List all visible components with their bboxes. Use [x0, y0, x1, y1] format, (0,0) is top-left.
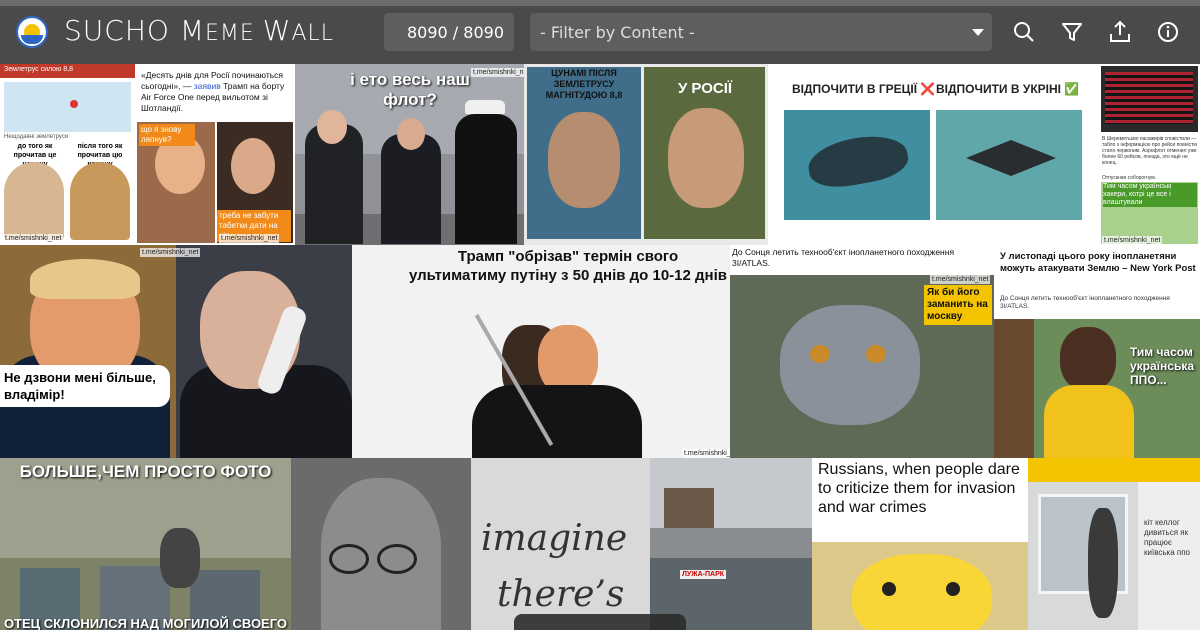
- meme-caption: ВІДПОЧИТИ В ГРЕЦІЇ ❌: [792, 82, 936, 96]
- watermark: t.me/smishnki_net: [3, 234, 64, 243]
- meme-tile-aliens-ppo[interactable]: У листопаді цього року інопланетяни можу…: [994, 245, 1200, 458]
- meme-link[interactable]: заявив: [194, 81, 221, 91]
- meme-tile-trump-melania[interactable]: «Десять днів для Росії починаються сього…: [135, 64, 295, 245]
- title-part: EME: [204, 21, 263, 46]
- title-part: SUCHO: [64, 14, 180, 47]
- meme-tile-trash-bins[interactable]: БОЛЬШЕ,ЧЕМ ПРОСТО ФОТО ОТЕЦ СКЛОНИЛСЯ НА…: [0, 458, 291, 630]
- meme-bubble: що я знову ляпнув?: [139, 124, 195, 146]
- bottom-toolbar[interactable]: [514, 614, 686, 630]
- meme-caption: До Сонця летить технооб'єкт інопланетног…: [732, 247, 955, 268]
- info-icon[interactable]: [1154, 18, 1182, 46]
- meme-bubble: Як би його заманить на москву: [924, 285, 992, 325]
- meme-caption: ОТЕЦ СКЛОНИЛСЯ НАД МОГИЛОЙ СВОЕГО: [3, 616, 288, 630]
- meme-tile-navy[interactable]: і ето весь наш флот? t.me/smishnki_net: [295, 64, 524, 245]
- meme-tile-puddle-park[interactable]: ЛУЖА-ПАРК: [650, 458, 812, 630]
- meme-caption: У листопаді цього року інопланетяни можу…: [1000, 251, 1196, 274]
- meme-caption: Нещодавні землетруси: [4, 134, 69, 140]
- title-part: W: [262, 14, 292, 47]
- meme-tile-earthquake-chihuahua[interactable]: Землетрус силою 8,8 Нещодавні землетруси…: [0, 64, 135, 245]
- meme-tile-cat-kellog[interactable]: кіт келлог дивиться як працює київська п…: [1028, 458, 1200, 630]
- top-bar: SUCHO MEME WALL 8090 / 8090 - Filter by …: [0, 0, 1200, 64]
- meme-caption: there’s: [497, 574, 625, 615]
- meme-caption: БОЛЬШЕ,ЧЕМ ПРОСТО ФОТО: [19, 462, 272, 481]
- meme-tile-stingray-drone[interactable]: ВІДПОЧИТИ В ГРЕЦІЇ ❌ ВІДПОЧИТИ В УКРІНІ …: [768, 64, 1099, 245]
- meme-caption: кіт келлог дивиться як працює київська п…: [1144, 518, 1190, 557]
- meme-sign: ЛУЖА-ПАРК: [680, 570, 727, 579]
- meme-caption: Russians, when people dare to criticize …: [818, 461, 1020, 516]
- meme-tile-sword-ultimatum[interactable]: Трамп "обрізав" термін свого ультиматиму…: [352, 245, 730, 458]
- meme-tile-pikachu[interactable]: Russians, when people dare to criticize …: [812, 458, 1028, 630]
- filter-placeholder: - Filter by Content -: [540, 23, 695, 42]
- meme-caption: ЦУНАМІ ПІСЛЯ ЗЕМЛЕТРУСУ МАГНІТУДОЮ 8,8: [545, 68, 623, 100]
- upload-icon[interactable]: [1106, 18, 1134, 46]
- meme-counter[interactable]: 8090 / 8090: [384, 13, 514, 51]
- meme-caption: imagine: [481, 518, 628, 559]
- meme-tile-cat-comet[interactable]: До Сонця летить технооб'єкт інопланетног…: [730, 245, 994, 458]
- watermark: t.me/smishnki_net: [471, 68, 524, 77]
- meme-tile-phone-call[interactable]: Не дзвони мені більше, владімір! t.me/sm…: [0, 245, 352, 458]
- meme-caption: До Сонця летить технооб'єкт інопланетног…: [1000, 295, 1170, 310]
- filter-icon[interactable]: [1058, 18, 1086, 46]
- watermark: t.me/smishnki_net: [140, 248, 201, 257]
- watermark: t.me/smishnki_net: [219, 234, 280, 243]
- meme-tile-tsunami-faces[interactable]: ЦУНАМІ ПІСЛЯ ЗЕМЛЕТРУСУ МАГНІТУДОЮ 8,8 У…: [524, 64, 768, 245]
- content-filter-select[interactable]: - Filter by Content -: [530, 13, 992, 51]
- meme-tile-imagine[interactable]: imagine there’s: [291, 458, 650, 630]
- title-part: ALL: [291, 21, 335, 46]
- meme-caption: і ето весь наш флот?: [350, 70, 470, 109]
- watermark: t.me/smishnki_net: [682, 449, 730, 458]
- meme-caption: Трамп "обрізав" термін свого ультиматиму…: [409, 248, 727, 284]
- meme-caption: ВІДПОЧИТИ В УКРІНІ ✅: [936, 82, 1080, 96]
- app-title: SUCHO MEME WALL: [64, 14, 334, 47]
- meme-bubble: Не дзвони мені більше, владімір!: [0, 365, 170, 407]
- meme-caption: Тим часом українська ППО...: [1130, 345, 1195, 387]
- sucho-logo[interactable]: [16, 16, 48, 48]
- watermark: t.me/smishnki_net: [1102, 236, 1163, 245]
- chevron-down-icon: [972, 29, 984, 36]
- title-part: M: [179, 14, 205, 47]
- meme-tile-hackers[interactable]: В Шереметьєво пасажирів сповістили — таб…: [1099, 64, 1200, 245]
- meme-caption: Землетрус силою 8,8: [4, 66, 73, 73]
- meme-caption: У РОСІЇ: [677, 80, 733, 97]
- meme-caption: Тим часом українські хакери, котрі це вс…: [1103, 183, 1197, 207]
- watermark: t.me/smishnki_net: [930, 275, 991, 284]
- meme-caption: Отпускная соборогнум.: [1102, 175, 1157, 181]
- search-icon[interactable]: [1010, 18, 1038, 46]
- meme-caption: В Шереметьєво пасажирів сповістили — таб…: [1102, 136, 1198, 166]
